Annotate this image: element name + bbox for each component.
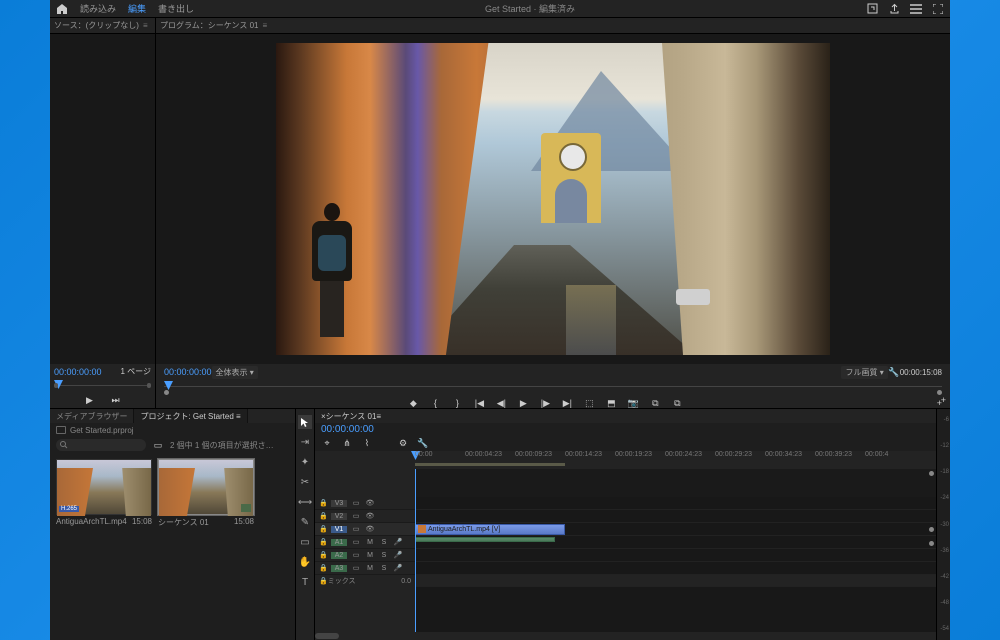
time-tick: 00:00:4 <box>865 451 888 458</box>
tab-edit[interactable]: 編集 <box>128 2 146 15</box>
document-title: Get Started · 編集済み <box>194 2 866 15</box>
program-duration: 00:00:15:08 <box>900 368 942 377</box>
track-headers: 🔒V3▭👁 🔒V2▭👁 🔒V1▭👁 🔒A1▭MS🎤 🔒A2▭MS🎤 🔒A3▭MS… <box>315 497 415 632</box>
selection-tool[interactable] <box>298 415 312 429</box>
zoom-scrollbar[interactable] <box>315 632 936 640</box>
track-v3[interactable]: 🔒V3▭👁 <box>315 497 415 510</box>
video-clip[interactable]: AntiguaArchTL.mp4 [V] <box>415 524 565 535</box>
track-v1[interactable]: 🔒V1▭👁 <box>315 523 415 536</box>
wrench-icon[interactable]: 🔧 <box>888 366 900 378</box>
clip-item[interactable]: H.265 AntiguaArchTL.mp415:08 <box>56 459 152 530</box>
quality-dropdown[interactable]: フル画質 ▾ <box>841 366 887 379</box>
wrench2-icon[interactable]: 🔧 <box>417 437 429 449</box>
snap-icon[interactable]: ⌖ <box>321 437 333 449</box>
hand-tool[interactable]: ✋ <box>298 555 312 569</box>
slip-tool[interactable]: ⟷ <box>298 495 312 509</box>
time-ruler[interactable]: 00:00 00:00:04:23 00:00:09:23 00:00:14:23 00… <box>415 451 936 469</box>
meter-tick: -48 <box>937 600 949 606</box>
meter-tick: -42 <box>937 574 949 580</box>
source-monitor[interactable] <box>50 34 155 364</box>
sequence-item[interactable]: シーケンス 0115:08 <box>158 459 254 530</box>
top-bar: 読み込み 編集 書き出し Get Started · 編集済み <box>50 0 950 18</box>
link-icon[interactable]: ⌇ <box>361 437 373 449</box>
maximize-icon[interactable] <box>932 3 944 15</box>
search-input[interactable] <box>56 439 146 451</box>
time-tick: 00:00:14:23 <box>565 451 602 458</box>
meter-tick: -12 <box>937 443 949 449</box>
meter-tick: -54 <box>937 626 949 632</box>
time-tick: 00:00:34:23 <box>765 451 802 458</box>
tab-project[interactable]: プロジェクト: Get Started ≡ <box>134 409 247 423</box>
meter-tick: -18 <box>937 469 949 475</box>
tab-import[interactable]: 読み込み <box>80 2 116 15</box>
workspace-icon[interactable] <box>910 3 922 15</box>
timeline-panel: × シーケンス 01 ≡ 00:00:00:00 ⌖ ⋔ ⌇ ⚙ 🔧 00:00… <box>315 409 936 640</box>
time-tick: 00:00:04:23 <box>465 451 502 458</box>
settings-icon[interactable]: ⚙ <box>397 437 409 449</box>
source-play-icon[interactable]: ▶ <box>84 394 96 406</box>
program-panel: プログラム：シーケンス 01≡ 00:00:00:00 全体表示 ▾ <box>156 18 950 408</box>
meter-tick: -24 <box>937 495 949 501</box>
track-select-tool[interactable]: ⇥ <box>298 435 312 449</box>
track-a2[interactable]: 🔒A2▭MS🎤 <box>315 549 415 562</box>
time-tick: 00:00:19:23 <box>615 451 652 458</box>
source-step-icon[interactable]: ⏭ <box>110 394 122 406</box>
source-timecode[interactable]: 00:00:00:00 <box>54 367 102 377</box>
source-panel: ソース：(クリップなし)≡ 00:00:00:00 1 ページ ▶ ⏭ + <box>50 18 156 408</box>
audio-meter: -6 -12 -18 -24 -30 -36 -42 -48 -54 <box>936 409 950 640</box>
razor-tool[interactable]: ✂ <box>298 475 312 489</box>
time-tick: 00:00:29:23 <box>715 451 752 458</box>
program-monitor[interactable] <box>156 34 950 364</box>
tools-panel: ⇥ ✦ ✂ ⟷ ✎ ▭ ✋ T <box>295 409 315 640</box>
sequence-icon <box>241 504 251 512</box>
time-tick: 00:00:24:23 <box>665 451 702 458</box>
track-a1[interactable]: 🔒A1▭MS🎤 <box>315 536 415 549</box>
source-panel-header[interactable]: ソース：(クリップなし)≡ <box>50 18 155 34</box>
track-v2[interactable]: 🔒V2▭👁 <box>315 510 415 523</box>
type-tool[interactable]: T <box>298 575 312 589</box>
project-panel: メディアブラウザー プロジェクト: Get Started ≡ Get Star… <box>50 409 295 640</box>
item-count: 2 個中 1 個の項目が選択さ… <box>170 440 274 451</box>
share-icon[interactable] <box>888 3 900 15</box>
quick-export-icon[interactable] <box>866 3 878 15</box>
meter-tick: -36 <box>937 548 949 554</box>
meter-tick: -30 <box>937 522 949 528</box>
rect-tool[interactable]: ▭ <box>298 535 312 549</box>
source-add-button[interactable]: + <box>941 395 946 405</box>
tab-export[interactable]: 書き出し <box>158 2 194 15</box>
timeline-tab[interactable]: × シーケンス 01 ≡ <box>315 409 936 423</box>
pen-tool[interactable]: ✎ <box>298 515 312 529</box>
zoom-dropdown[interactable]: 全体表示 ▾ <box>212 366 258 379</box>
bin-icon <box>56 426 66 434</box>
project-filename: Get Started.prproj <box>70 426 134 435</box>
tracks-content[interactable]: AntiguaArchTL.mp4 [V] <box>415 497 936 632</box>
audio-clip[interactable] <box>415 537 555 542</box>
timeline-timecode[interactable]: 00:00:00:00 <box>321 424 374 435</box>
time-tick: 00:00:39:23 <box>815 451 852 458</box>
program-panel-header[interactable]: プログラム：シーケンス 01≡ <box>156 18 950 34</box>
program-timecode[interactable]: 00:00:00:00 <box>164 367 212 377</box>
time-tick: 00:00 <box>415 451 433 458</box>
source-page: 1 ページ <box>120 366 151 377</box>
track-a3[interactable]: 🔒A3▭MS🎤 <box>315 562 415 575</box>
new-bin-icon[interactable]: ▭ <box>152 439 164 451</box>
time-tick: 00:00:09:23 <box>515 451 552 458</box>
tab-media-browser[interactable]: メディアブラウザー <box>50 409 134 423</box>
video-frame <box>276 43 830 355</box>
app-window: 読み込み 編集 書き出し Get Started · 編集済み ソース：(クリッ… <box>50 0 950 640</box>
marker-icon[interactable]: ⋔ <box>341 437 353 449</box>
ripple-tool[interactable]: ✦ <box>298 455 312 469</box>
source-scrubber[interactable] <box>54 379 151 393</box>
home-icon[interactable] <box>56 3 68 15</box>
program-scrubber[interactable] <box>164 380 942 394</box>
meter-tick: -6 <box>937 417 949 423</box>
